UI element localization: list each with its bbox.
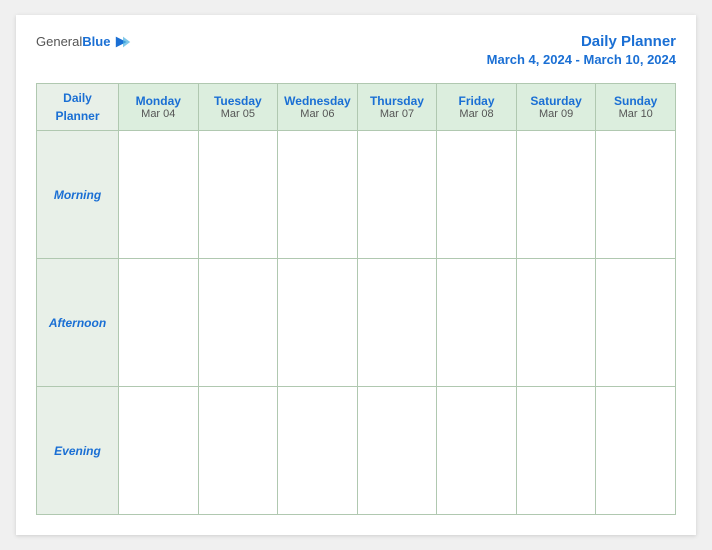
- evening-monday[interactable]: [119, 387, 199, 515]
- morning-friday[interactable]: [437, 131, 517, 259]
- afternoon-sunday[interactable]: [596, 259, 676, 387]
- evening-label: Evening: [37, 387, 119, 515]
- header-row: DailyPlanner Monday Mar 04 Tuesday Mar 0…: [37, 84, 676, 131]
- day-header-thursday: Thursday Mar 07: [357, 84, 437, 131]
- morning-label: Morning: [37, 131, 119, 259]
- afternoon-row: Afternoon: [37, 259, 676, 387]
- day-name-friday: Friday: [439, 94, 514, 108]
- planner-dates: March 4, 2024 - March 10, 2024: [487, 52, 676, 67]
- afternoon-wednesday[interactable]: [278, 259, 358, 387]
- page: GeneralBlue Daily Planner March 4, 2024 …: [16, 15, 696, 535]
- evening-thursday[interactable]: [357, 387, 437, 515]
- morning-thursday[interactable]: [357, 131, 437, 259]
- afternoon-saturday[interactable]: [516, 259, 596, 387]
- logo: GeneralBlue: [36, 33, 132, 51]
- afternoon-friday[interactable]: [437, 259, 517, 387]
- logo-blue: Blue: [82, 34, 110, 49]
- logo-arrow-icon: [114, 33, 132, 51]
- logo-general: General: [36, 34, 82, 49]
- day-date-tuesday: Mar 05: [201, 108, 276, 120]
- day-name-sunday: Sunday: [598, 94, 673, 108]
- evening-tuesday[interactable]: [198, 387, 278, 515]
- day-date-monday: Mar 04: [121, 108, 196, 120]
- afternoon-monday[interactable]: [119, 259, 199, 387]
- afternoon-label: Afternoon: [37, 259, 119, 387]
- morning-monday[interactable]: [119, 131, 199, 259]
- day-name-tuesday: Tuesday: [201, 94, 276, 108]
- day-date-sunday: Mar 10: [598, 108, 673, 120]
- evening-row: Evening: [37, 387, 676, 515]
- evening-wednesday[interactable]: [278, 387, 358, 515]
- evening-sunday[interactable]: [596, 387, 676, 515]
- day-header-monday: Monday Mar 04: [119, 84, 199, 131]
- morning-tuesday[interactable]: [198, 131, 278, 259]
- header: GeneralBlue Daily Planner March 4, 2024 …: [36, 33, 676, 69]
- day-header-sunday: Sunday Mar 10: [596, 84, 676, 131]
- evening-friday[interactable]: [437, 387, 517, 515]
- day-header-saturday: Saturday Mar 09: [516, 84, 596, 131]
- planner-table: DailyPlanner Monday Mar 04 Tuesday Mar 0…: [36, 83, 676, 515]
- day-header-friday: Friday Mar 08: [437, 84, 517, 131]
- day-header-tuesday: Tuesday Mar 05: [198, 84, 278, 131]
- morning-row: Morning: [37, 131, 676, 259]
- day-date-wednesday: Mar 06: [280, 108, 355, 120]
- morning-wednesday[interactable]: [278, 131, 358, 259]
- day-name-monday: Monday: [121, 94, 196, 108]
- day-date-thursday: Mar 07: [360, 108, 435, 120]
- morning-saturday[interactable]: [516, 131, 596, 259]
- afternoon-thursday[interactable]: [357, 259, 437, 387]
- afternoon-tuesday[interactable]: [198, 259, 278, 387]
- title-area: Daily Planner March 4, 2024 - March 10, …: [487, 33, 676, 69]
- day-header-wednesday: Wednesday Mar 06: [278, 84, 358, 131]
- day-name-thursday: Thursday: [360, 94, 435, 108]
- day-name-wednesday: Wednesday: [280, 94, 355, 108]
- col-header-text: DailyPlanner: [55, 91, 99, 123]
- evening-saturday[interactable]: [516, 387, 596, 515]
- label-column-header: DailyPlanner: [37, 84, 119, 131]
- day-date-saturday: Mar 09: [519, 108, 594, 120]
- day-date-friday: Mar 08: [439, 108, 514, 120]
- day-name-saturday: Saturday: [519, 94, 594, 108]
- morning-sunday[interactable]: [596, 131, 676, 259]
- planner-title: Daily Planner: [581, 33, 676, 50]
